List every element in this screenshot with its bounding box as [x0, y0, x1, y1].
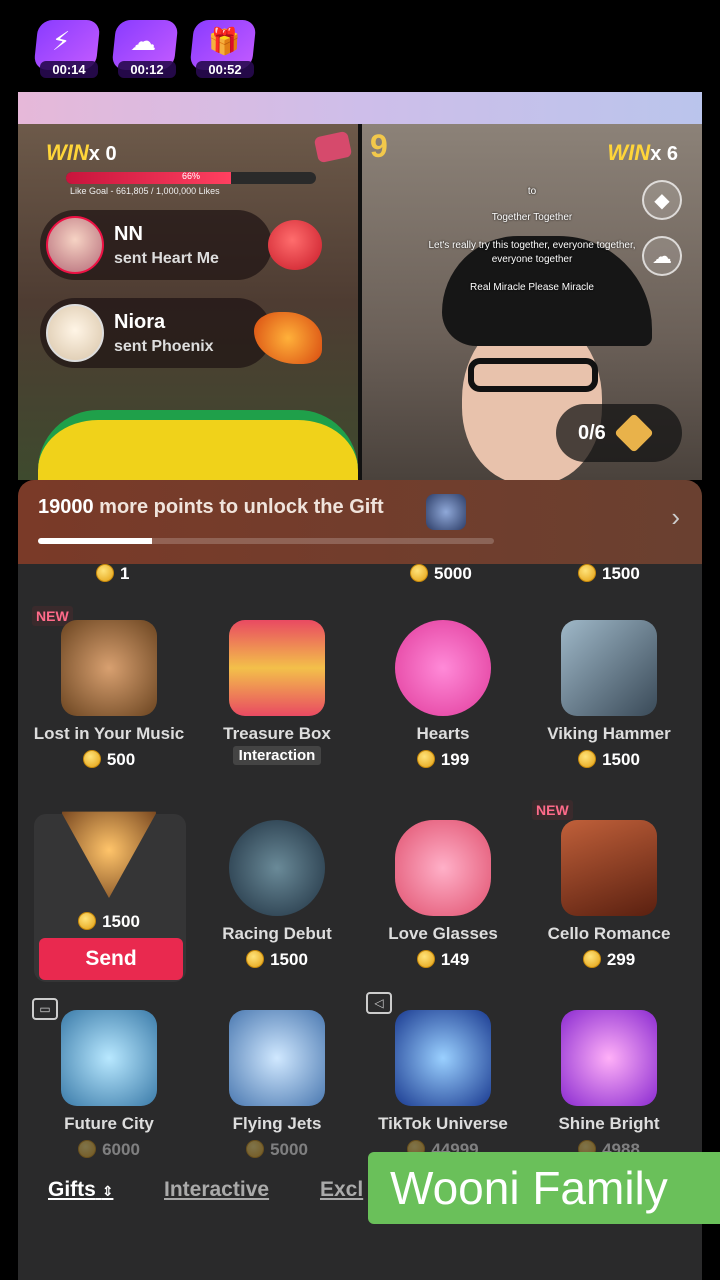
gift-item[interactable]: Lost in Your Music 500: [26, 620, 192, 770]
sort-icon: ⇕: [101, 1183, 114, 1199]
coin-icon: [578, 750, 597, 768]
locked-gift-icon: [426, 494, 466, 530]
gift-price: 1500: [578, 564, 640, 584]
chevron-right-icon: ›: [671, 502, 680, 532]
gift-item[interactable]: Cello Romance 299: [526, 820, 692, 970]
partial-row: 1 5000 1500: [18, 564, 702, 584]
coin-icon: [410, 564, 428, 582]
coin-icon: [578, 564, 596, 582]
cloud-icon: ☁: [652, 245, 672, 268]
send-button[interactable]: Send: [39, 938, 183, 980]
caption-line: Real Miracle Please Miracle: [470, 282, 594, 293]
treasure-chest-icon: [229, 620, 325, 716]
right-stream[interactable]: 9 WINx 6 to Together Together Let's real…: [362, 124, 702, 480]
viking-hammer-icon: [561, 620, 657, 716]
streamer-shirt: [38, 410, 358, 480]
booster-button[interactable]: ◆: [642, 180, 682, 220]
gift-message: sent Phoenix: [114, 337, 214, 355]
timer-cloud[interactable]: ☁ 00:12: [111, 20, 179, 78]
gift-box-icon: 🎁: [208, 26, 241, 56]
gift-price: 5000: [410, 564, 472, 584]
coin-icon: [416, 750, 435, 768]
teddy-bear-icon: [61, 620, 157, 716]
gem-icon: ◆: [654, 189, 670, 212]
tab-gifts[interactable]: Gifts ⇕: [48, 1178, 113, 1202]
new-badge: NEW: [532, 800, 573, 820]
event-timers: ⚡ 00:14 ☁ 00:12 🎁 00:52: [33, 20, 257, 78]
gift-item[interactable]: Hearts 199: [360, 620, 526, 770]
coin-icon: [96, 564, 114, 582]
cloud-icon: ☁: [130, 26, 156, 56]
jets-icon: [229, 1010, 325, 1106]
caption-line: Let's really try this together, everyone…: [428, 240, 636, 251]
caption-line: everyone together: [491, 254, 573, 265]
gift-item[interactable]: Love Glasses 149: [360, 820, 526, 970]
gift-item[interactable]: Treasure Box Interaction: [194, 620, 360, 765]
unlock-gift-banner[interactable]: 19000 more points to unlock the Gift ›: [18, 480, 702, 564]
race-car-icon: [229, 820, 325, 916]
coin-icon: [246, 1140, 265, 1158]
gift-notification: NN sent Heart Me: [40, 210, 272, 280]
top-banner: [18, 92, 702, 124]
gift-item[interactable]: Viking Hammer 1500: [526, 620, 692, 770]
coin-icon: [78, 1140, 97, 1158]
hearts-icon: [395, 620, 491, 716]
gift-item[interactable]: Flying Jets 5000: [194, 1010, 360, 1160]
coin-icon: [78, 912, 97, 930]
interaction-tag: Interaction: [232, 746, 322, 765]
streamer-glasses: [468, 358, 598, 392]
cloud-booster-button[interactable]: ☁: [642, 236, 682, 276]
battle-icon: [313, 130, 353, 164]
gift-item[interactable]: TikTok Universe 44999: [360, 1010, 526, 1160]
phoenix-gift-icon: [254, 312, 322, 364]
tab-interactive[interactable]: Interactive: [164, 1178, 269, 1202]
shine-bright-icon: [561, 1010, 657, 1106]
left-win-counter: WINx 0: [46, 140, 117, 165]
gift-item[interactable]: Future City 6000: [26, 1010, 192, 1160]
future-city-icon: [61, 1010, 157, 1106]
heart-gift-icon: [268, 220, 322, 270]
gift-item[interactable]: Shine Bright 4988: [526, 1010, 692, 1160]
left-stream[interactable]: WINx 0 66% Like Goal - 661,805 / 1,000,0…: [18, 124, 358, 480]
gift-item[interactable]: 1500: [26, 802, 192, 932]
tiktok-universe-icon: [395, 1010, 491, 1106]
avatar[interactable]: [46, 216, 104, 274]
timer-gift[interactable]: 🎁 00:52: [189, 20, 257, 78]
coin-icon: [416, 950, 435, 968]
triangle-gem-icon: [61, 811, 157, 898]
like-goal: 66% Like Goal - 661,805 / 1,000,000 Like…: [66, 172, 316, 196]
caption-line: Together Together: [491, 212, 573, 223]
sender-name: NN: [114, 222, 143, 245]
coin-icon: [82, 750, 101, 768]
gift-item[interactable]: Racing Debut 1500: [194, 820, 360, 970]
watermark-label: Wooni Family: [368, 1152, 720, 1224]
gift-price: 1: [96, 564, 129, 584]
unlock-progress-bar: [38, 538, 494, 544]
coin-icon: [246, 950, 265, 968]
lightning-icon: ⚡: [52, 26, 71, 56]
tab-exclusive[interactable]: Excl: [320, 1178, 363, 1202]
heart-glasses-icon: [395, 820, 491, 916]
avatar[interactable]: [46, 304, 104, 362]
round-number: 9: [370, 128, 388, 164]
cello-icon: [561, 820, 657, 916]
sender-name: Niora: [114, 310, 166, 333]
gift-message: sent Heart Me: [114, 249, 219, 267]
timer-lightning[interactable]: ⚡ 00:14: [33, 20, 101, 78]
gem-icon: [614, 413, 654, 453]
gift-goal-progress[interactable]: 0/6: [556, 404, 682, 462]
coin-icon: [582, 950, 601, 968]
caption-line: to: [527, 186, 537, 197]
gift-notification: Niora sent Phoenix: [40, 298, 272, 368]
right-win-counter: WINx 6: [607, 140, 678, 165]
